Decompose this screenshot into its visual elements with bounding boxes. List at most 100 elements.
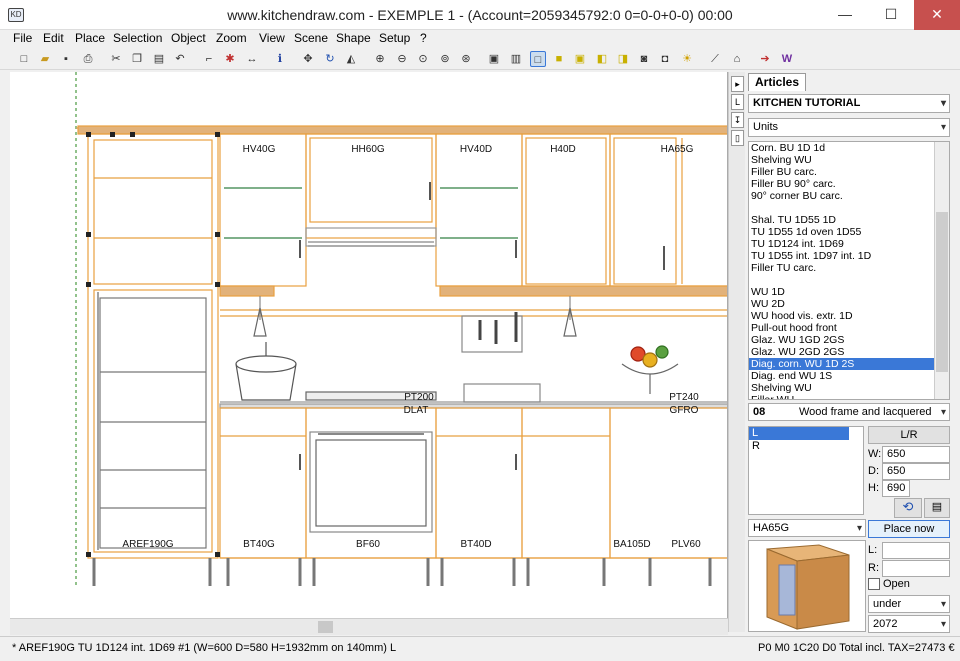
article-item[interactable]: TU 1D124 int. 1D69 xyxy=(749,238,949,250)
panel-toggle-icon[interactable]: ▸ xyxy=(731,76,744,92)
photo-icon[interactable]: ◘ xyxy=(657,51,673,67)
menu-view[interactable]: View xyxy=(259,31,285,45)
lr-option-r[interactable]: R xyxy=(749,440,863,453)
elevation-canvas[interactable]: HV40G HH60G HV40D H40D HA65G PT200 DLAT … xyxy=(10,72,728,618)
save-icon[interactable]: ▪ xyxy=(58,51,74,67)
article-item[interactable]: Shelving WU xyxy=(749,154,949,166)
article-item[interactable]: Filler BU carc. xyxy=(749,166,949,178)
article-item[interactable]: WU hood vis. extr. 1D xyxy=(749,310,949,322)
rotate-icon[interactable]: ↻ xyxy=(322,51,338,67)
zoom-in-icon[interactable]: ⊕ xyxy=(372,51,388,67)
open-icon[interactable]: ▰ xyxy=(37,51,53,67)
menu-object[interactable]: Object xyxy=(171,31,206,45)
category-select[interactable]: Units ▾ xyxy=(748,118,950,137)
shaded-view-icon[interactable]: ◧ xyxy=(594,51,610,67)
copy-icon[interactable]: ❐ xyxy=(129,51,145,67)
pin-icon[interactable]: ✱ xyxy=(222,51,238,67)
position-select[interactable]: under ▾ xyxy=(868,595,950,613)
open-checkbox[interactable] xyxy=(868,578,880,590)
menu-zoom[interactable]: Zoom xyxy=(216,31,247,45)
article-item[interactable]: Pull-out hood front xyxy=(749,322,949,334)
lr-button[interactable]: L/R xyxy=(868,426,950,444)
article-item[interactable]: Filler WU xyxy=(749,394,949,399)
stairs-icon[interactable]: ⌐ xyxy=(201,51,217,67)
house-icon[interactable]: ⌂ xyxy=(729,51,745,67)
place-now-button[interactable]: Place now xyxy=(868,520,950,538)
details-icon[interactable]: ▤ xyxy=(924,498,950,518)
zoom-all-icon[interactable]: ⊛ xyxy=(458,51,474,67)
menu-edit[interactable]: Edit xyxy=(43,31,64,45)
article-list[interactable]: Corn. BU 1D 1d Shelving WU Filler BU carc.… xyxy=(748,141,950,400)
article-item[interactable]: Filler TU carc. xyxy=(749,262,949,274)
article-item[interactable]: 90° corner BU carc. xyxy=(749,190,949,202)
article-item[interactable]: WU 2D xyxy=(749,298,949,310)
article-item[interactable]: Filler BU 90° carc. xyxy=(749,178,949,190)
article-item[interactable]: TU 1D55 int. 1D97 int. 1D xyxy=(749,250,949,262)
camera-icon[interactable]: ◙ xyxy=(636,51,652,67)
article-item[interactable]: TU 1D55 1d oven 1D55 xyxy=(749,226,949,238)
vertical-scrollbar[interactable] xyxy=(728,72,745,632)
article-list-scrollbar[interactable] xyxy=(934,142,949,399)
left-offset-field[interactable] xyxy=(882,542,950,559)
tab-articles[interactable]: Articles xyxy=(748,73,806,91)
refresh-icon[interactable]: ⟲ xyxy=(894,498,922,518)
article-item[interactable]: Diag. corn. WU 1D 2S xyxy=(749,358,949,370)
depth-field[interactable]: 650 xyxy=(882,463,950,480)
menu-selection[interactable]: Selection xyxy=(113,31,162,45)
print-icon[interactable]: ⎙ xyxy=(80,51,96,67)
lr-option-l[interactable]: L xyxy=(749,427,849,440)
menu-setup[interactable]: Setup xyxy=(379,31,410,45)
dimension-icon[interactable]: ↔ xyxy=(244,51,260,67)
menu-scene[interactable]: Scene xyxy=(294,31,328,45)
article-item[interactable]: Glaz. WU 1GD 2GS xyxy=(749,334,949,346)
elevation-view-icon[interactable]: ▥ xyxy=(508,51,524,67)
mirror-icon[interactable]: ◭ xyxy=(343,51,359,67)
catalog-select[interactable]: KITCHEN TUTORIAL ▾ xyxy=(748,94,950,113)
arrow-icon[interactable]: ➔ xyxy=(757,51,773,67)
zoom-fit-icon[interactable]: ⊙ xyxy=(415,51,431,67)
solid-view-icon[interactable]: ■ xyxy=(551,51,567,67)
page-icon[interactable]: ▯ xyxy=(731,130,744,146)
height-field[interactable]: 690 xyxy=(882,480,910,497)
menu-shape[interactable]: Shape xyxy=(336,31,371,45)
zoom-out-icon[interactable]: ⊖ xyxy=(394,51,410,67)
measure-icon[interactable]: ⟋ xyxy=(707,51,723,67)
article-item[interactable]: Shelving WU xyxy=(749,382,949,394)
cut-icon[interactable]: ✂ xyxy=(108,51,124,67)
light-icon[interactable]: ☀ xyxy=(679,51,695,67)
right-offset-field[interactable] xyxy=(882,560,950,577)
undo-icon[interactable]: ↶ xyxy=(172,51,188,67)
scroll-thumb[interactable] xyxy=(936,212,948,372)
scroll-thumb[interactable] xyxy=(318,621,333,633)
minimize-button[interactable]: — xyxy=(822,0,868,30)
article-item[interactable]: Diag. end WU 1S xyxy=(749,370,949,382)
menu-file[interactable]: File xyxy=(13,31,32,45)
info-icon[interactable]: ℹ xyxy=(272,51,288,67)
maximize-button[interactable]: ☐ xyxy=(868,0,914,30)
level-icon[interactable]: ↧ xyxy=(731,112,744,128)
corner-icon[interactable]: L xyxy=(731,94,744,110)
height-select[interactable]: 2072 ▾ xyxy=(868,615,950,633)
horizontal-scrollbar[interactable] xyxy=(10,618,728,635)
plan-view-icon[interactable]: ▣ xyxy=(486,51,502,67)
move-icon[interactable]: ✥ xyxy=(300,51,316,67)
model-select[interactable]: HA65G ▾ xyxy=(748,519,866,537)
texture-view-icon[interactable]: ◨ xyxy=(615,51,631,67)
box-view-icon[interactable]: □ xyxy=(530,51,546,67)
article-item[interactable]: Shal. TU 1D55 1D xyxy=(749,214,949,226)
article-item[interactable]: Glaz. WU 2GD 2GS xyxy=(749,346,949,358)
article-item[interactable]: WU 1D xyxy=(749,286,949,298)
close-button[interactable]: ✕ xyxy=(914,0,960,30)
new-icon[interactable]: □ xyxy=(16,51,32,67)
width-field[interactable]: 650 xyxy=(882,446,950,463)
menu-help[interactable]: ? xyxy=(420,31,427,45)
paste-icon[interactable]: ▤ xyxy=(151,51,167,67)
chevron-down-icon: ▾ xyxy=(940,98,946,109)
menu-place[interactable]: Place xyxy=(75,31,105,45)
finish-select[interactable]: 08Wood frame and lacquered par ▾ xyxy=(748,403,950,435)
zoom-window-icon[interactable]: ⊚ xyxy=(437,51,453,67)
wizard-icon[interactable]: W xyxy=(779,51,795,67)
article-item[interactable]: Corn. BU 1D 1d xyxy=(749,142,949,154)
lr-list[interactable]: L R xyxy=(748,426,864,515)
cube-view-icon[interactable]: ▣ xyxy=(572,51,588,67)
